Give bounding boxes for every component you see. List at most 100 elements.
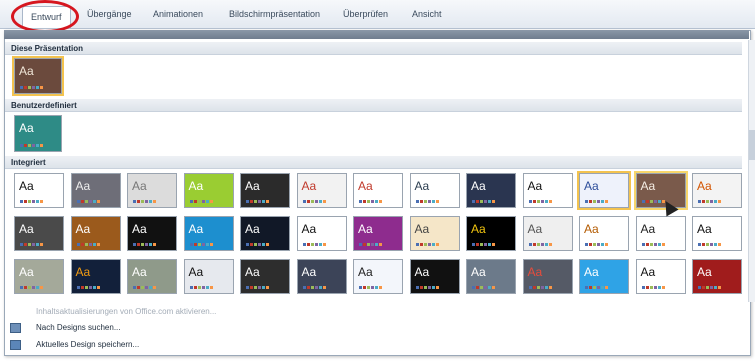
theme-thumb-label: Aa — [188, 222, 204, 236]
color-swatches — [472, 243, 495, 246]
theme-thumbnail[interactable]: Aa — [522, 259, 573, 294]
color-swatches — [698, 243, 721, 246]
scrollbar-thumb[interactable] — [749, 130, 755, 160]
menu-label-office-updates: Inhaltsaktualisierungen von Office.com a… — [36, 307, 217, 316]
theme-thumb-label: Aa — [584, 265, 599, 279]
color-swatches — [585, 286, 608, 289]
theme-thumbnail[interactable]: Aa — [14, 259, 64, 294]
color-swatches — [302, 200, 326, 203]
theme-thumbnail-this-presentation[interactable]: Aa — [12, 56, 64, 96]
theme-thumbnail[interactable]: Aa — [240, 173, 290, 208]
theme-thumb-label: Aa — [584, 222, 599, 236]
theme-thumbnail[interactable]: Aa — [466, 259, 516, 294]
section-header-integriert: Integriert — [5, 156, 742, 169]
tab-ansicht[interactable]: Ansicht — [412, 9, 442, 19]
tab-bildschirmpraesentation[interactable]: Bildschirmpräsentation — [229, 9, 320, 19]
theme-thumb-label: Aa — [75, 179, 91, 193]
color-swatches — [189, 243, 213, 246]
theme-thumbnail[interactable]: Aa — [635, 216, 686, 251]
color-swatches — [641, 286, 665, 289]
theme-thumbnail[interactable]: Aa — [577, 171, 631, 210]
theme-thumb-label: Aa — [132, 265, 147, 279]
theme-thumbnail[interactable]: Aa — [70, 216, 121, 251]
theme-thumb-label: Aa — [19, 121, 34, 135]
theme-thumbnail[interactable]: Aa — [183, 259, 234, 294]
theme-thumb-label: Aa — [527, 179, 543, 193]
theme-thumb-label: Aa — [245, 222, 260, 236]
color-swatches — [302, 286, 326, 289]
theme-thumbnail[interactable]: Aa — [466, 173, 516, 208]
theme-thumbnail[interactable]: Aa — [127, 173, 177, 208]
theme-thumbnail[interactable]: Aa — [240, 216, 290, 251]
theme-thumb-label: Aa — [471, 222, 486, 236]
gallery-scrollbar[interactable] — [748, 40, 755, 302]
tab-ueberpruefen[interactable]: Überprüfen — [343, 9, 388, 19]
theme-thumb-label: Aa — [188, 265, 204, 279]
theme-thumbnail[interactable]: Aa — [692, 173, 742, 208]
section-header-benutzerdefiniert: Benutzerdefiniert — [5, 99, 742, 112]
theme-thumbnail[interactable]: Aa — [466, 216, 516, 251]
theme-thumbnail[interactable]: Aa — [635, 259, 686, 294]
color-swatches — [246, 243, 269, 246]
color-swatches — [76, 243, 100, 246]
color-swatches — [76, 286, 100, 289]
theme-thumbnail[interactable]: Aa — [409, 216, 460, 251]
theme-thumbnail[interactable]: Aa — [692, 259, 742, 294]
theme-thumbnail[interactable]: Aa — [296, 216, 347, 251]
tab-animationen[interactable]: Animationen — [153, 9, 203, 19]
color-swatches — [20, 286, 43, 289]
theme-thumb-label: Aa — [358, 179, 373, 193]
theme-thumbnail[interactable]: Aa — [409, 173, 460, 208]
theme-thumbnail[interactable]: Aa — [14, 216, 64, 251]
theme-thumbnail[interactable]: Aa — [353, 173, 403, 208]
color-swatches — [472, 286, 495, 289]
theme-thumb-label: Aa — [358, 222, 373, 236]
theme-thumbnail[interactable]: Aa — [70, 259, 121, 294]
color-swatches — [189, 286, 213, 289]
theme-thumbnail[interactable]: Aa — [353, 259, 403, 294]
theme-thumbnail[interactable]: Aa — [183, 216, 234, 251]
theme-thumbnail[interactable]: Aa — [409, 259, 460, 294]
theme-thumb-label: Aa — [697, 179, 712, 193]
tab-entwurf[interactable]: Entwurf — [22, 6, 71, 28]
theme-thumb-label: Aa — [132, 222, 147, 236]
color-swatches — [472, 200, 495, 203]
theme-thumbnail[interactable]: Aa — [522, 173, 573, 208]
theme-thumb-label: Aa — [301, 265, 317, 279]
theme-thumb-label: Aa — [19, 179, 34, 193]
theme-thumbnail[interactable]: Aa — [70, 173, 121, 208]
browse-folder-icon — [10, 323, 21, 333]
theme-thumb-label: Aa — [471, 265, 486, 279]
color-swatches — [246, 200, 269, 203]
theme-thumb-label: Aa — [527, 265, 543, 279]
theme-thumb-label: Aa — [19, 64, 34, 78]
theme-thumbnail[interactable]: Aa — [579, 259, 629, 294]
theme-thumbnail[interactable]: Aa — [127, 216, 177, 251]
theme-thumb-label: Aa — [640, 265, 656, 279]
theme-thumb-label: Aa — [697, 265, 712, 279]
theme-thumbnail[interactable]: Aa — [522, 216, 573, 251]
theme-thumbnail-custom[interactable]: Aa — [14, 115, 62, 152]
theme-thumb-label: Aa — [640, 222, 656, 236]
section-header-diese-praesentation: Diese Präsentation — [5, 42, 742, 55]
theme-thumb-label: Aa — [414, 222, 430, 236]
theme-thumb-label: Aa — [75, 222, 91, 236]
menu-label-save-design: Aktuelles Design speichern... — [36, 340, 140, 349]
theme-thumbnail[interactable]: Aa — [692, 216, 742, 251]
tab-uebergaenge[interactable]: Übergänge — [87, 9, 132, 19]
color-swatches — [20, 144, 43, 147]
gallery-title-bar — [4, 30, 749, 39]
theme-thumbnail[interactable]: Aa — [353, 216, 403, 251]
theme-thumbnail[interactable]: Aa — [14, 173, 64, 208]
theme-thumb-label: Aa — [245, 179, 260, 193]
theme-thumbnail[interactable]: Aa — [296, 173, 347, 208]
color-swatches — [528, 200, 552, 203]
theme-thumbnail[interactable]: Aa — [183, 173, 234, 208]
color-swatches — [20, 86, 43, 89]
theme-thumbnail[interactable]: Aa — [240, 259, 290, 294]
theme-thumbnail[interactable]: Aa — [127, 259, 177, 294]
theme-thumbnail[interactable]: Aa — [296, 259, 347, 294]
color-swatches — [528, 286, 552, 289]
theme-thumbnail[interactable]: Aa — [579, 216, 629, 251]
color-swatches — [76, 200, 100, 203]
